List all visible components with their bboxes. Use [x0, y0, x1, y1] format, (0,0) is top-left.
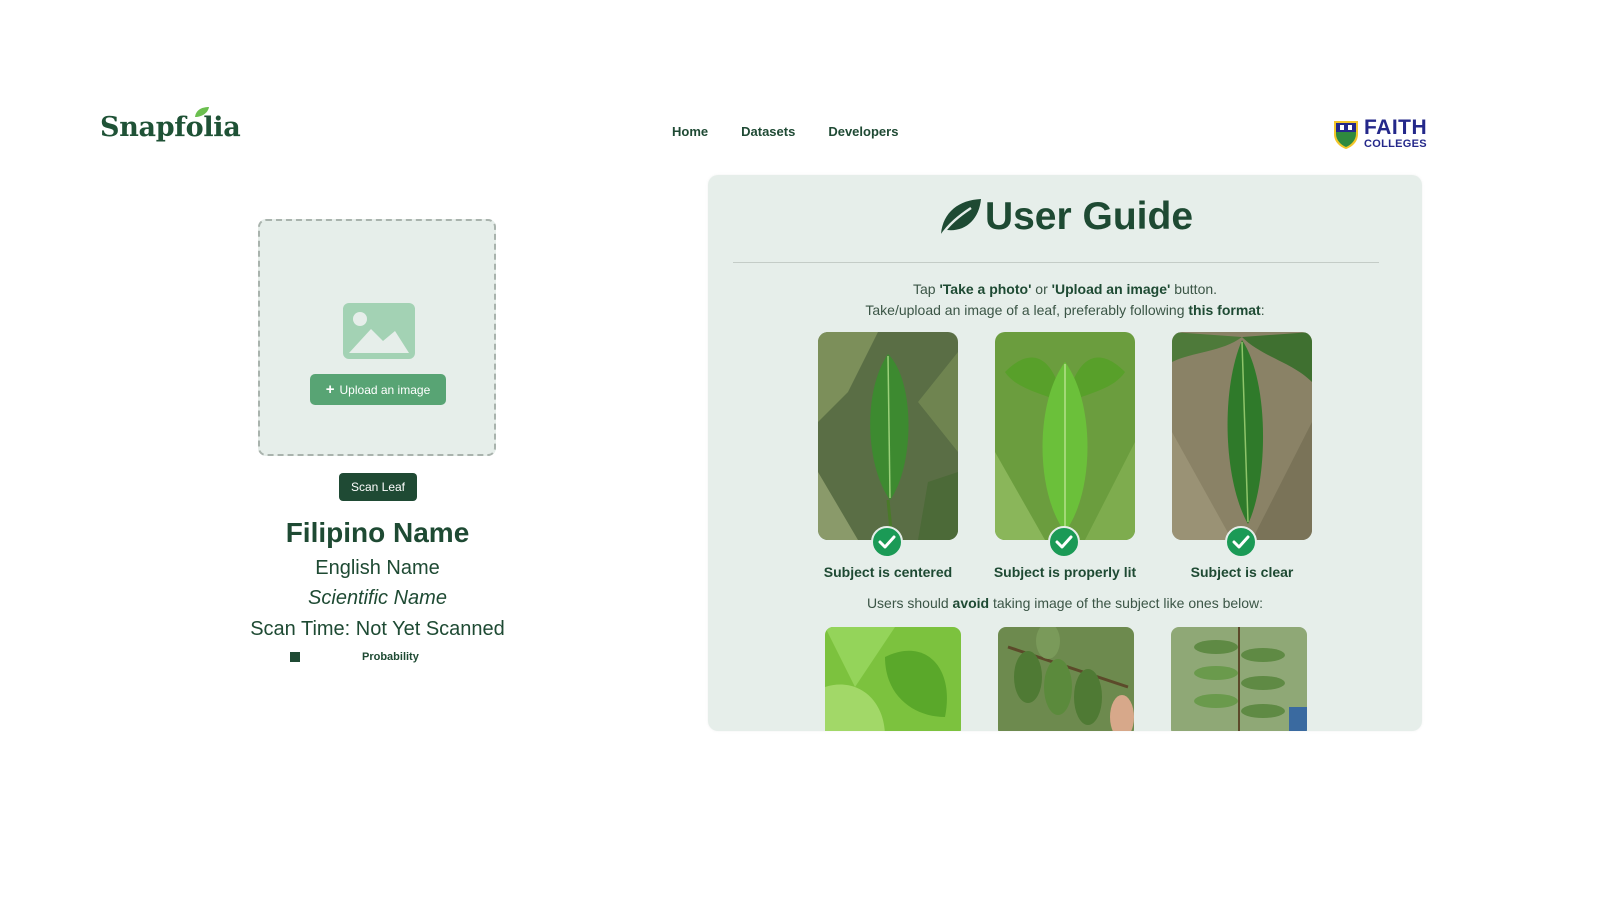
- main-nav: Home Datasets Developers: [672, 124, 898, 139]
- caption-centered: Subject is centered: [823, 564, 953, 580]
- shield-icon: [1334, 120, 1358, 149]
- check-icon: [871, 526, 903, 558]
- caption-lit: Subject is properly lit: [993, 564, 1137, 580]
- image-dropzone[interactable]: + Upload an image: [258, 219, 496, 456]
- english-name: English Name: [315, 557, 440, 579]
- partner-logo-line1: FAITH: [1364, 116, 1428, 139]
- divider: [733, 262, 1379, 263]
- legend-swatch: [290, 652, 300, 662]
- bad-example-image: [1171, 627, 1307, 731]
- guide-instruction-1: Tap 'Take a photo' or 'Upload an image' …: [912, 281, 1218, 297]
- bad-example-image: [998, 627, 1134, 731]
- upload-image-label: Upload an image: [339, 382, 431, 397]
- upload-image-button[interactable]: + Upload an image: [310, 374, 446, 405]
- scientific-name: Scientific Name: [308, 587, 447, 609]
- guide-instruction-2: Take/upload an image of a leaf, preferab…: [865, 302, 1265, 318]
- user-guide-panel: User Guide Tap 'Take a photo' or 'Upload…: [708, 175, 1422, 731]
- guide-title: User Guide: [708, 195, 1422, 239]
- partner-logo-line2: COLLEGES: [1364, 138, 1427, 150]
- image-placeholder-icon: [343, 303, 415, 359]
- scan-leaf-button[interactable]: Scan Leaf: [339, 473, 417, 501]
- guide-avoid-line: Users should avoid taking image of the s…: [866, 595, 1264, 611]
- guide-title-text: User Guide: [984, 195, 1194, 238]
- probability-legend: Probability: [290, 651, 419, 663]
- example-image-lit: [995, 332, 1135, 540]
- nav-developers[interactable]: Developers: [828, 124, 898, 139]
- bad-example-image: [825, 627, 961, 731]
- scan-time: Scan Time: Not Yet Scanned: [250, 618, 505, 640]
- example-image-centered: [818, 332, 958, 540]
- leaf-icon: [939, 199, 981, 237]
- nav-home[interactable]: Home: [672, 124, 708, 139]
- leaf-icon: [195, 107, 209, 117]
- nav-datasets[interactable]: Datasets: [741, 124, 795, 139]
- check-icon: [1048, 526, 1080, 558]
- check-icon: [1225, 526, 1257, 558]
- caption-clear: Subject is clear: [1190, 564, 1294, 580]
- partner-logo: FAITH COLLEGES: [1332, 117, 1427, 150]
- plus-icon: +: [325, 381, 335, 398]
- example-image-clear: [1172, 332, 1312, 540]
- app-logo-text: Snapfolia: [100, 112, 241, 143]
- filipino-name: Filipino Name: [285, 517, 470, 548]
- probability-label: Probability: [362, 651, 419, 663]
- app-logo[interactable]: Snapfolia: [100, 107, 241, 143]
